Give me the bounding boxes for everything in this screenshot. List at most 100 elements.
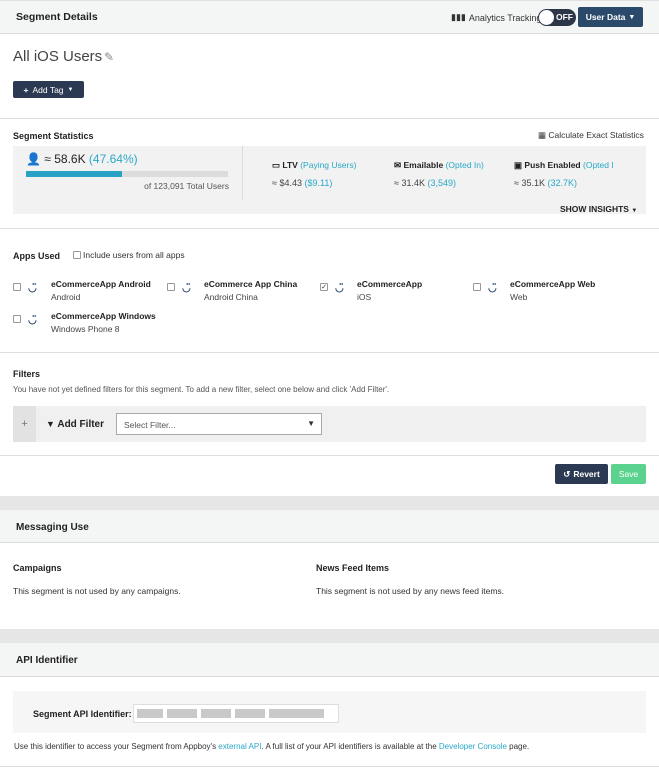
segment-name: All iOS Users xyxy=(13,48,103,65)
undo-icon: ↺ xyxy=(563,468,571,479)
caret-down-icon: ▼ xyxy=(67,86,74,93)
news-feed-title: News Feed Items xyxy=(316,563,390,573)
push-opted-amount: (32.7K) xyxy=(547,178,577,188)
user-data-button[interactable]: User Data ▼ xyxy=(578,7,643,27)
app-checkbox-ios[interactable]: ✓ xyxy=(320,283,328,291)
campaigns-text: This segment is not used by any campaign… xyxy=(13,586,181,596)
ltv-label: LTV xyxy=(282,160,298,170)
add-filter-button[interactable]: ▼ Add Filter xyxy=(46,419,104,430)
divider xyxy=(0,352,659,353)
app-icon: ◡̈ xyxy=(182,283,191,294)
emailable-value: ≈ 31.4K (3,549) xyxy=(394,178,456,188)
filters-description: You have not yet defined filters for thi… xyxy=(13,385,390,394)
filter-bar xyxy=(13,406,646,442)
app-icon: ◡̈ xyxy=(28,283,37,294)
external-api-link[interactable]: external API xyxy=(218,742,261,751)
push-value: ≈ 35.1K (32.7K) xyxy=(514,178,577,188)
api-identifier-value[interactable] xyxy=(133,704,339,723)
app-checkbox-china[interactable] xyxy=(167,283,175,291)
emailable-opted-amount: (3,549) xyxy=(427,178,457,188)
calculator-icon: ▦ xyxy=(538,130,547,140)
plus-icon: + xyxy=(23,84,29,95)
push-icon: ▣ xyxy=(514,160,523,170)
app-name: eCommerceApp Web xyxy=(510,279,596,289)
envelope-icon: ✉ xyxy=(394,160,402,170)
app-platform: Android xyxy=(51,292,81,302)
emailable-header: ✉ Emailable (Opted In) xyxy=(394,160,484,171)
toggle-knob xyxy=(539,10,554,25)
calculate-exact-statistics-link[interactable]: ▦ Calculate Exact Statistics xyxy=(538,130,644,141)
reachable-users: 👤 ≈ 58.6K (47.64%) xyxy=(26,152,138,166)
api-identifier-header xyxy=(0,643,659,677)
app-platform: iOS xyxy=(357,292,372,302)
ltv-paying-amount: ($9.11) xyxy=(304,178,333,188)
news-feed-text: This segment is not used by any news fee… xyxy=(316,586,505,596)
app-platform: Windows Phone 8 xyxy=(51,324,120,334)
stats-divider xyxy=(242,146,243,200)
caret-down-icon: ▼ xyxy=(631,208,638,214)
calculate-label: Calculate Exact Statistics xyxy=(548,130,644,140)
pencil-icon[interactable]: ✎ xyxy=(104,50,114,64)
analytics-tracking-label: Analytics Tracking xyxy=(468,12,542,23)
filter-icon: ▼ xyxy=(46,419,55,429)
plus-icon: + xyxy=(21,418,28,430)
emailable-sublabel: (Opted In) xyxy=(445,160,484,170)
app-icon: ◡̈ xyxy=(28,315,37,326)
app-platform: Web xyxy=(510,292,528,302)
save-label: Save xyxy=(618,469,639,479)
include-all-apps-checkbox[interactable] xyxy=(73,251,81,259)
push-label: Push Enabled xyxy=(524,160,581,170)
redacted-segment xyxy=(167,709,197,718)
redacted-segment xyxy=(201,709,231,718)
expand-filter-button[interactable]: + xyxy=(13,406,36,442)
app-checkbox-android[interactable] xyxy=(13,283,21,291)
select-filter-dropdown[interactable]: Select Filter... ▼ xyxy=(116,413,322,435)
section-gap xyxy=(0,496,659,510)
developer-console-link[interactable]: Developer Console xyxy=(439,742,507,751)
ltv-sublabel: (Paying Users) xyxy=(300,160,357,170)
emailable-amount: ≈ 31.4K xyxy=(394,178,425,188)
add-tag-label: Add Tag xyxy=(32,84,64,95)
divider xyxy=(0,228,659,229)
divider xyxy=(0,455,659,456)
push-amount: ≈ 35.1K xyxy=(514,178,545,188)
app-checkbox-web[interactable] xyxy=(473,283,481,291)
api-note-text: . A full list of your API identifiers is… xyxy=(261,742,439,751)
api-identifier-title: API Identifier xyxy=(16,655,78,666)
api-identifier-label: Segment API Identifier: xyxy=(33,709,132,719)
caret-down-icon: ▼ xyxy=(307,419,315,428)
revert-button[interactable]: ↺ Revert xyxy=(555,464,608,484)
app-icon: ◡̈ xyxy=(335,283,344,294)
app-icon: ◡̈ xyxy=(488,283,497,294)
toggle-label: OFF xyxy=(556,12,573,22)
page-title: Segment Details xyxy=(16,11,98,23)
select-filter-placeholder: Select Filter... xyxy=(124,420,176,430)
emailable-label: Emailable xyxy=(403,160,444,170)
app-name: eCommerceApp Windows xyxy=(51,311,156,321)
credit-card-icon: ▭ xyxy=(272,160,281,170)
add-tag-button[interactable]: + Add Tag ▼ xyxy=(13,81,84,98)
app-checkbox-windows[interactable] xyxy=(13,315,21,323)
analytics-tracking-toggle[interactable]: OFF xyxy=(538,9,576,26)
api-note-text: Use this identifier to access your Segme… xyxy=(14,742,219,751)
apps-used-title: Apps Used xyxy=(13,251,61,261)
campaigns-title: Campaigns xyxy=(13,563,62,573)
messaging-use-header xyxy=(0,510,659,543)
save-button[interactable]: Save xyxy=(611,464,646,484)
api-identifier-note: Use this identifier to access your Segme… xyxy=(14,742,529,751)
push-sublabel: (Opted I xyxy=(583,160,614,170)
caret-down-icon: ▼ xyxy=(628,13,636,21)
users-percent: (47.64%) xyxy=(88,152,138,166)
add-filter-label: Add Filter xyxy=(57,419,105,430)
api-note-text: page. xyxy=(506,742,530,751)
show-insights-button[interactable]: SHOW INSIGHTS ▼ xyxy=(560,204,637,214)
filters-title: Filters xyxy=(13,369,41,379)
redacted-segment xyxy=(235,709,265,718)
users-icon: 👤 xyxy=(26,152,41,166)
bar-chart-icon: ▮▮▮ xyxy=(451,12,466,22)
app-name: eCommerce App China xyxy=(204,279,298,289)
app-name: eCommerceApp Android xyxy=(51,279,151,289)
divider xyxy=(0,766,659,767)
push-header: ▣ Push Enabled (Opted I xyxy=(514,160,646,171)
users-progress-fill xyxy=(26,171,123,177)
